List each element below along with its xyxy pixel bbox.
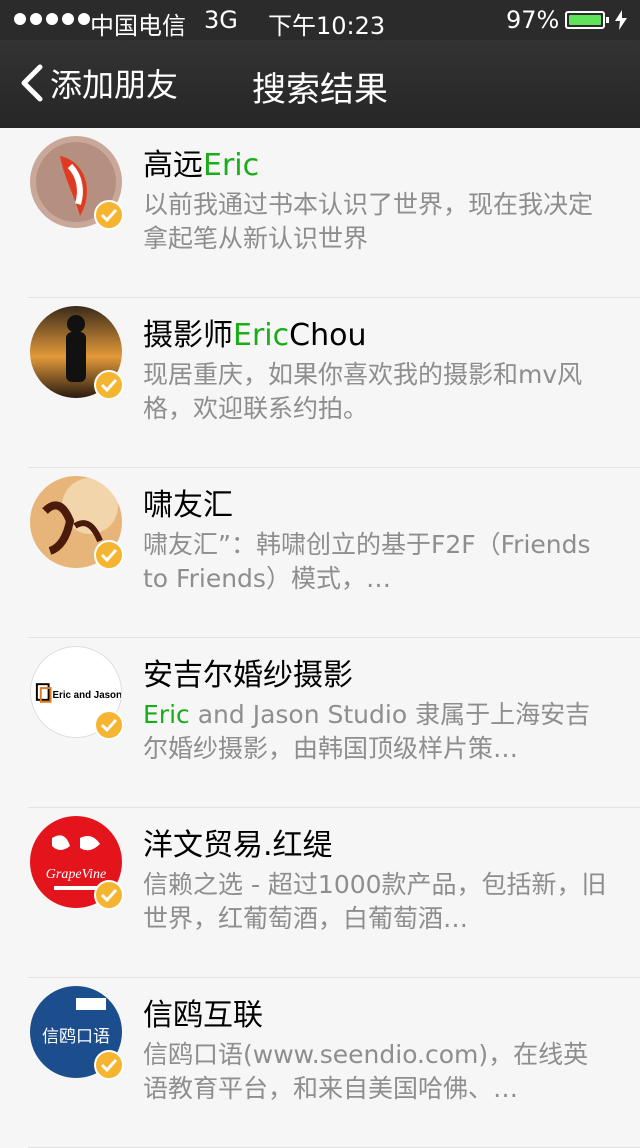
verified-badge-icon — [94, 370, 124, 400]
svg-text:信鸥口语: 信鸥口语 — [42, 1027, 110, 1047]
result-row[interactable]: 啸友汇 啸友汇”：韩啸创立的基于F2F（Friends to Friends）模… — [28, 468, 640, 638]
verified-badge-icon — [94, 200, 124, 230]
result-row[interactable]: GrapeVine 洋文贸易.红缇 信赖之选 - 超过1000款产品，包括新，旧… — [28, 808, 640, 978]
result-description: 信赖之选 - 超过1000款产品，包括新，旧世界，红葡萄酒，白葡萄酒… — [143, 870, 607, 933]
result-description: 信鸥口语(www.seendio.com)，在线英语教育平台，和来自美国哈佛、… — [143, 1040, 589, 1103]
status-bar: 中国电信 3G 下午10:23 97% — [0, 0, 640, 40]
result-row[interactable]: Eric and Jason 安吉尔婚纱摄影 Eric and Jason St… — [28, 638, 640, 808]
svg-text:Eric and Jason: Eric and Jason — [53, 690, 121, 701]
result-description: 以前我通过书本认识了世界，现在我决定拿起笔从新认识世界 — [143, 190, 594, 253]
verified-badge-icon — [94, 540, 124, 570]
battery-percent: 97% — [506, 6, 560, 34]
svg-text:GrapeVine: GrapeVine — [46, 867, 106, 882]
clock: 下午10:23 — [268, 12, 386, 40]
result-row[interactable]: 信鸥口语 信鸥互联 信鸥口语(www.seendio.com)，在线英语教育平台… — [28, 978, 640, 1148]
charging-icon — [615, 10, 627, 30]
result-name: 摄影师EricChou — [143, 318, 367, 353]
result-name: 信鸥互联 — [143, 998, 263, 1033]
result-description: 现居重庆，如果你喜欢我的摄影和mv风格，欢迎联系约拍。 — [143, 360, 583, 423]
verified-badge-icon — [94, 880, 124, 910]
result-description: 啸友汇”：韩啸创立的基于F2F（Friends to Friends）模式，… — [143, 530, 591, 593]
carrier-label: 中国电信 — [90, 12, 186, 40]
result-name: 高远Eric — [143, 148, 260, 183]
verified-badge-icon — [94, 1050, 124, 1080]
search-results-list: 高远Eric 以前我通过书本认识了世界，现在我决定拿起笔从新认识世界 摄影师Er… — [0, 128, 640, 1148]
result-name: 安吉尔婚纱摄影 — [143, 658, 353, 693]
result-row[interactable]: 高远Eric 以前我通过书本认识了世界，现在我决定拿起笔从新认识世界 — [28, 128, 640, 298]
verified-badge-icon — [94, 710, 124, 740]
network-type: 3G — [204, 6, 238, 34]
result-row[interactable]: 摄影师EricChou 现居重庆，如果你喜欢我的摄影和mv风格，欢迎联系约拍。 — [28, 298, 640, 468]
result-name: 啸友汇 — [143, 488, 233, 523]
signal-strength-icon — [14, 13, 90, 25]
page-title: 搜索结果 — [252, 70, 388, 110]
battery-icon — [565, 11, 609, 29]
result-description: Eric and Jason Studio 隶属于上海安吉尔婚纱摄影，由韩国顶级… — [143, 700, 591, 763]
navigation-bar: 添加朋友 搜索结果 — [0, 40, 640, 128]
result-name: 洋文贸易.红缇 — [143, 828, 333, 863]
